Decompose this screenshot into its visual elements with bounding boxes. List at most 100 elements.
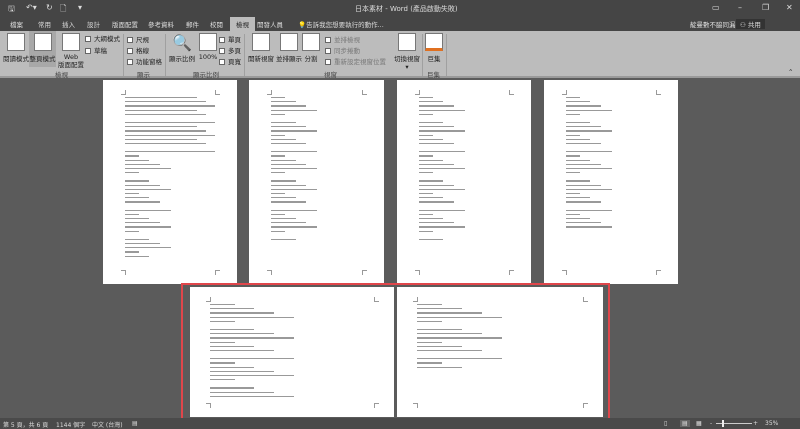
sync-scroll-button[interactable]: 同步捲動 <box>325 45 360 55</box>
web-layout-button[interactable]: Web 版面配置 <box>57 33 85 69</box>
web-layout-label: Web 版面配置 <box>58 53 84 69</box>
document-page[interactable] <box>397 80 531 284</box>
document-page[interactable] <box>103 80 237 284</box>
page-width-button[interactable]: 頁寬 <box>219 56 241 66</box>
ribbon-display-icon[interactable]: ▭ <box>712 3 720 12</box>
web-layout-view-icon[interactable]: ▦ <box>696 420 702 427</box>
tab-layout[interactable]: 版面配置 <box>112 19 138 29</box>
customize-qat-icon[interactable]: ▾ <box>78 3 82 12</box>
text-line <box>566 105 602 107</box>
read-mode-button[interactable]: 閱讀模式 <box>2 33 30 63</box>
text-line <box>419 168 465 170</box>
tab-view[interactable]: 檢視 <box>230 17 255 31</box>
text-line <box>125 126 197 128</box>
text-line <box>271 230 285 232</box>
collapse-ribbon-icon[interactable]: ⌃ <box>788 68 793 76</box>
outline-button[interactable]: 大綱模式 <box>85 33 120 43</box>
zoom-button[interactable]: 🔍 顯示比例 <box>168 33 196 63</box>
text-line <box>125 168 171 170</box>
save-icon[interactable]: 🖫 <box>8 3 15 17</box>
redo-icon[interactable]: ↻ <box>46 3 53 12</box>
text-line <box>419 105 455 107</box>
print-layout-view-icon[interactable]: ▤ <box>680 420 690 427</box>
text-line <box>271 238 296 241</box>
text-line <box>271 143 307 145</box>
word-count[interactable]: 1144 個字 <box>56 420 85 429</box>
text-line <box>271 184 307 186</box>
share-label: 共用 <box>747 21 761 29</box>
gridlines-checkbox[interactable]: 格線 <box>127 45 149 55</box>
text-line <box>125 159 150 161</box>
macros-button[interactable]: 巨集 <box>424 33 444 63</box>
group-show-label: 顯示 <box>137 71 150 79</box>
text-line <box>125 180 150 182</box>
text-line <box>271 122 296 124</box>
document-page[interactable] <box>249 80 384 284</box>
side-by-side-button[interactable]: 並排檢視 <box>325 34 360 44</box>
print-layout-button[interactable]: 整頁模式 <box>29 31 56 67</box>
zoom-slider-thumb[interactable] <box>722 420 724 427</box>
tell-me-search[interactable]: 💡告訴我您想要執行的動作... <box>298 19 384 29</box>
read-mode-view-icon[interactable]: ▯ <box>664 420 667 427</box>
text-line <box>125 163 161 166</box>
side-by-side-label: 並排檢視 <box>334 36 360 44</box>
text-line <box>419 113 433 116</box>
page-count[interactable]: 第 5 頁，共 6 頁 <box>3 420 48 429</box>
draft-button[interactable]: 草稿 <box>85 45 107 55</box>
zoom-level[interactable]: 35% <box>765 420 778 427</box>
user-name[interactable]: 靛曼數不脇同漏 <box>690 19 736 29</box>
document-page[interactable] <box>544 80 678 284</box>
switch-windows-button[interactable]: 切換視窗 ▾ <box>390 33 424 71</box>
share-button[interactable]: ⚇ 共用 <box>736 19 765 29</box>
tab-review[interactable]: 校閱 <box>210 19 223 29</box>
close-button[interactable]: ✕ <box>786 3 793 12</box>
maximize-button[interactable]: ❐ <box>762 3 769 12</box>
text-line <box>125 109 197 111</box>
text-line <box>271 163 307 166</box>
one-page-button[interactable]: 單頁 <box>219 34 241 44</box>
minimize-button[interactable]: – <box>738 3 742 12</box>
text-line <box>566 163 602 166</box>
margin-corner <box>362 270 367 275</box>
split-button[interactable]: 分割 <box>302 33 320 63</box>
margin-corner <box>562 90 567 95</box>
macro-record-icon[interactable]: ▤ <box>132 420 138 427</box>
tab-file[interactable]: 檔案 <box>10 19 23 29</box>
tab-references[interactable]: 參考資料 <box>148 19 174 29</box>
text-line <box>125 143 206 145</box>
zoom-in-button[interactable]: + <box>753 420 758 427</box>
tab-home[interactable]: 常用 <box>38 19 51 29</box>
text-line <box>125 101 206 103</box>
text-line <box>271 218 296 220</box>
zoom-100-button[interactable]: 100% <box>197 33 219 61</box>
tab-design[interactable]: 設計 <box>87 19 100 29</box>
text-line <box>271 222 307 224</box>
text-line <box>125 197 150 199</box>
tab-mailings[interactable]: 郵件 <box>186 19 199 29</box>
text-line <box>419 218 444 220</box>
zoom-100-label: 100% <box>198 53 218 61</box>
print-preview-icon[interactable]: 🗋 <box>60 3 66 17</box>
tab-insert[interactable]: 插入 <box>62 19 75 29</box>
ribbon-tabs: 檔案 常用 插入 設計 版面配置 參考資料 郵件 校閱 檢視 開發人員 💡告訴我… <box>0 17 800 31</box>
text-line <box>125 226 171 228</box>
read-mode-icon <box>7 33 25 51</box>
tab-developer[interactable]: 開發人員 <box>257 19 283 29</box>
text-line <box>125 222 161 224</box>
zoom-out-button[interactable]: - <box>710 420 712 427</box>
undo-icon[interactable]: ↶▾ <box>26 3 37 12</box>
multiple-pages-button[interactable]: 多頁 <box>219 45 241 55</box>
text-line <box>271 172 285 174</box>
split-icon <box>302 33 320 51</box>
group-zoom-label: 顯示比例 <box>193 71 219 79</box>
text-line <box>419 101 444 103</box>
text-line <box>419 193 433 195</box>
margin-corner <box>562 270 567 275</box>
new-window-button[interactable]: 開新視窗 <box>246 33 276 63</box>
ruler-checkbox[interactable]: 尺規 <box>127 34 149 44</box>
arrange-all-button[interactable]: 並排顯示 <box>274 33 304 63</box>
language[interactable]: 中文 (台灣) <box>92 420 123 429</box>
reset-window-button[interactable]: 重新設定視窗位置 <box>325 56 386 66</box>
nav-pane-checkbox[interactable]: 功能窗格 <box>127 56 162 66</box>
ruler-label: 尺規 <box>136 36 149 44</box>
